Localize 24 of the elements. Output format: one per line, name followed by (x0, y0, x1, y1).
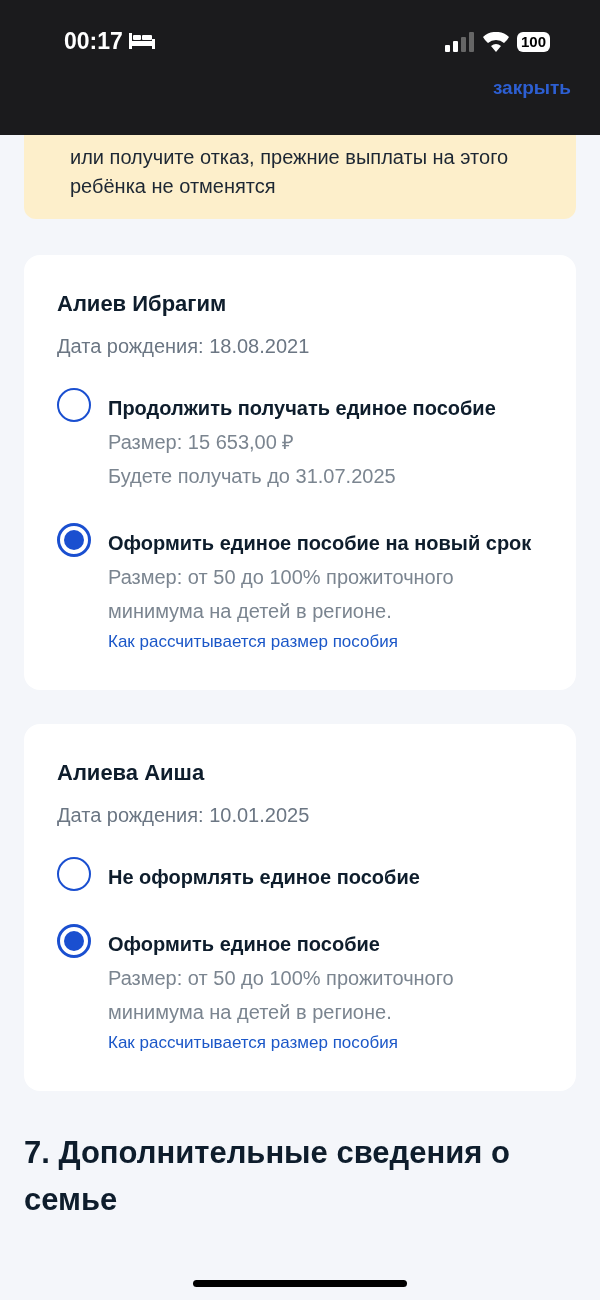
birth-date: Дата рождения: 18.08.2021 (57, 335, 311, 358)
option-label: Оформить единое пособие на новый срок (108, 531, 533, 556)
section-heading: 7. Дополнительные сведения о семье (24, 1134, 511, 1219)
option-detail: Будете получать до 31.07.2025 (108, 464, 397, 489)
battery-indicator: 100 (516, 31, 550, 52)
clock-time: 00:17 (64, 28, 123, 55)
option-detail: Размер: 15 653,00 ₽ (108, 430, 296, 455)
notice-banner: или получите отказ, прежние выплаты на этого ребёнка не отменятся (24, 135, 576, 219)
radio-button[interactable] (57, 523, 91, 557)
option-detail: Размер: от 50 до 100% прожиточного минимума на детей в регионе. (108, 565, 455, 624)
signal-icon (444, 31, 475, 52)
child-name: Алиева Аиша (57, 760, 206, 786)
radio-button[interactable] (57, 388, 91, 422)
child-name: Алиев Ибрагим (57, 291, 228, 317)
wifi-icon (482, 31, 509, 52)
info-link[interactable]: Как рассчитывается размер пособия (108, 628, 542, 656)
option-label: Оформить единое пособие (108, 932, 381, 957)
radio-button[interactable] (57, 924, 91, 958)
option-detail: Размер: от 50 до 100% прожиточного минимума на детей в регионе. (108, 966, 455, 1025)
birth-date: Дата рождения: 10.01.2025 (57, 804, 311, 827)
option-label: Продолжить получать единое пособие (108, 396, 496, 421)
info-link[interactable]: Как рассчитывается размер пособия (108, 1029, 542, 1057)
radio-button[interactable] (57, 857, 91, 891)
option-label: Не оформлять единое пособие (108, 865, 420, 890)
